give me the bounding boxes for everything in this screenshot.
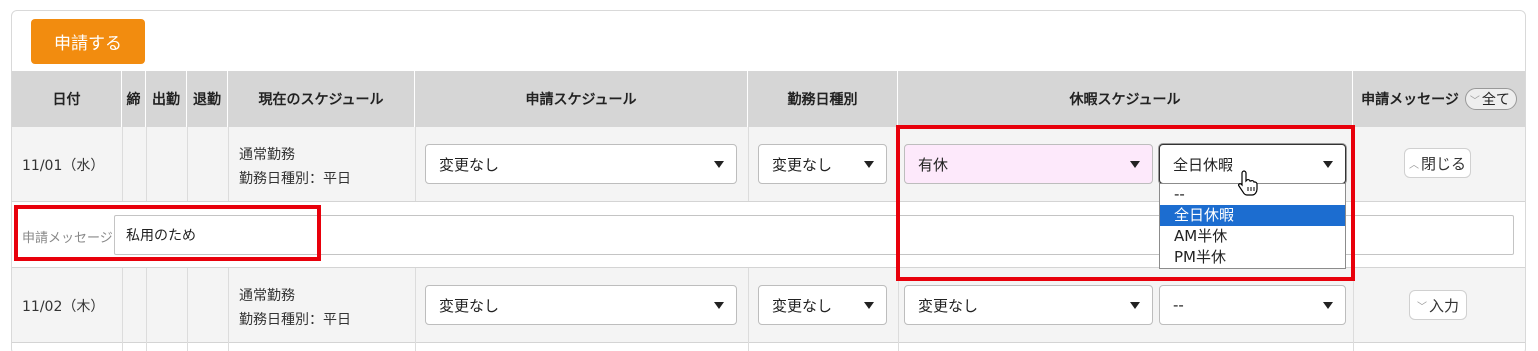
row2-schedule-line1: 通常勤務 bbox=[239, 288, 295, 304]
row1-schedule-line2: 勤務日種別：平日 bbox=[239, 171, 351, 187]
row2-date: 11/02（木） bbox=[22, 299, 105, 315]
highlight-leave-box bbox=[896, 125, 1355, 281]
col-header-leave-schedule: 休暇スケジュール bbox=[898, 71, 1353, 127]
highlight-message-box bbox=[14, 205, 321, 261]
row1-request-schedule-select[interactable]: 変更なし bbox=[425, 144, 737, 184]
submit-request-button[interactable]: 申請する bbox=[31, 19, 145, 64]
caret-down-icon bbox=[864, 302, 874, 309]
row2-request-schedule-select[interactable]: 変更なし bbox=[425, 285, 737, 325]
col-header-clock-in: 出勤 bbox=[146, 71, 187, 127]
caret-down-icon bbox=[864, 161, 874, 168]
caret-down-icon bbox=[714, 161, 724, 168]
row1-date: 11/01（水） bbox=[22, 158, 105, 174]
chevron-up-icon: ︿ bbox=[1408, 159, 1419, 171]
row1-schedule-line1: 通常勤務 bbox=[239, 147, 295, 163]
row2-schedule-line2: 勤務日種別：平日 bbox=[239, 312, 351, 328]
row2-workday-type-select[interactable]: 変更なし bbox=[758, 285, 887, 325]
chevron-down-icon: ﹀ bbox=[1469, 95, 1480, 107]
row1-workday-type-select[interactable]: 変更なし bbox=[758, 144, 887, 184]
col-header-close: 締 bbox=[122, 71, 146, 127]
caret-down-icon bbox=[1323, 302, 1333, 309]
row2-leave-period-select[interactable]: -- bbox=[1159, 285, 1346, 325]
col-header-request-message: 申請メッセージ ﹀ 全て bbox=[1353, 71, 1525, 127]
expand-all-toggle[interactable]: ﹀ 全て bbox=[1464, 88, 1517, 110]
col-header-current-schedule: 現在のスケジュール bbox=[228, 71, 415, 127]
col-header-date: 日付 bbox=[12, 71, 122, 127]
chevron-down-icon: ﹀ bbox=[1416, 301, 1427, 313]
caret-down-icon bbox=[714, 302, 724, 309]
caret-down-icon bbox=[1130, 302, 1140, 309]
row2-input-message-button[interactable]: ﹀ 入力 bbox=[1409, 290, 1467, 320]
row1-close-message-button[interactable]: ︿ 閉じる bbox=[1404, 148, 1471, 178]
col-header-clock-out: 退勤 bbox=[187, 71, 228, 127]
col-header-workday-type: 勤務日種別 bbox=[748, 71, 898, 127]
row2-leave-type-select[interactable]: 変更なし bbox=[904, 285, 1153, 325]
col-header-request-schedule: 申請スケジュール bbox=[415, 71, 748, 127]
